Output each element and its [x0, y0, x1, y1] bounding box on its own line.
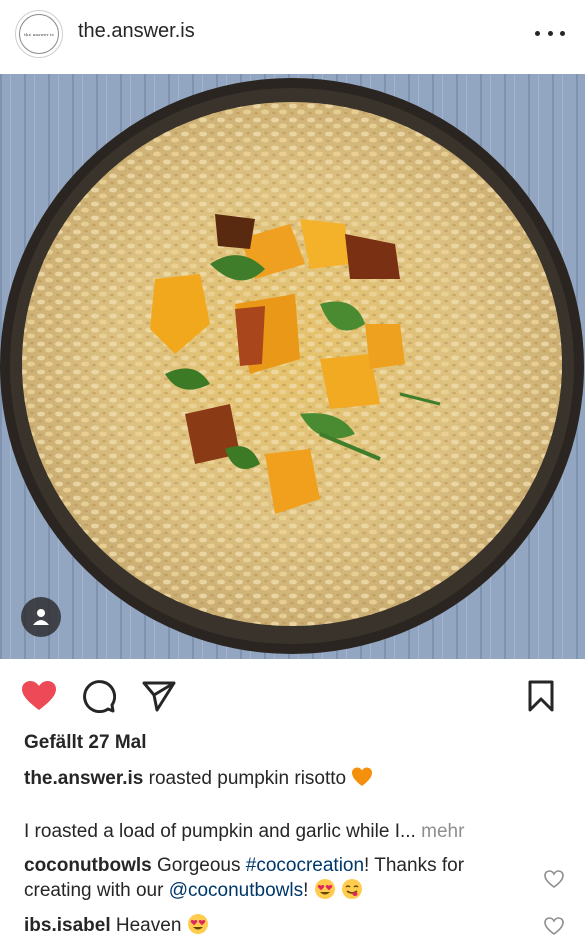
share-button[interactable] [141, 678, 177, 714]
caption-preview: I roasted a load of pumpkin and garlic w… [24, 820, 464, 844]
heart-filled-icon [22, 681, 56, 710]
person-icon [33, 609, 49, 625]
comment-mention[interactable]: @coconutbowls [169, 880, 303, 901]
comment-button[interactable] [81, 678, 117, 714]
comment-username[interactable]: coconutbowls [24, 855, 152, 876]
heart-eyes-emoji-icon [314, 879, 335, 899]
comment-username[interactable]: ibs.isabel [24, 915, 111, 936]
avatar[interactable]: the answer is [15, 10, 63, 58]
comment-icon [83, 680, 116, 713]
post-photo[interactable] [0, 74, 585, 659]
more-options-icon[interactable] [535, 22, 565, 44]
save-button[interactable] [523, 678, 559, 714]
comment-item: ibs.isabel Heaven [24, 913, 524, 938]
comment-text: ! [303, 880, 309, 901]
comment-item: coconutbowls Gorgeous #cococreation! Tha… [24, 854, 524, 903]
caption: the.answer.is roasted pumpkin risotto [24, 766, 373, 791]
yum-face-emoji-icon [341, 879, 362, 899]
risotto-bowl-image [0, 74, 585, 659]
comment-text: Gorgeous [157, 855, 241, 876]
post-header: the answer is the.answer.is [0, 0, 585, 72]
send-icon [142, 681, 176, 712]
caption-preview-text: I roasted a load of pumpkin and garlic w… [24, 821, 416, 842]
likes-count[interactable]: Gefällt 27 Mal [24, 732, 147, 754]
avatar-logo: the answer is [19, 14, 59, 54]
comment-hashtag[interactable]: #cococreation [246, 855, 364, 876]
heart-eyes-emoji-icon [187, 914, 208, 934]
post-username[interactable]: the.answer.is [78, 20, 195, 43]
orange-heart-icon [352, 767, 373, 786]
like-button[interactable] [21, 678, 57, 714]
comment-text: Heaven [115, 915, 182, 936]
more-link[interactable]: mehr [421, 821, 464, 842]
action-bar [0, 670, 585, 722]
comment-like-heart-icon[interactable] [543, 915, 565, 937]
caption-text: roasted pumpkin risotto [148, 768, 347, 789]
bookmark-icon [528, 680, 554, 712]
caption-username[interactable]: the.answer.is [24, 768, 143, 789]
tagged-people-button[interactable] [21, 597, 61, 637]
comment-like-heart-icon[interactable] [543, 868, 565, 890]
